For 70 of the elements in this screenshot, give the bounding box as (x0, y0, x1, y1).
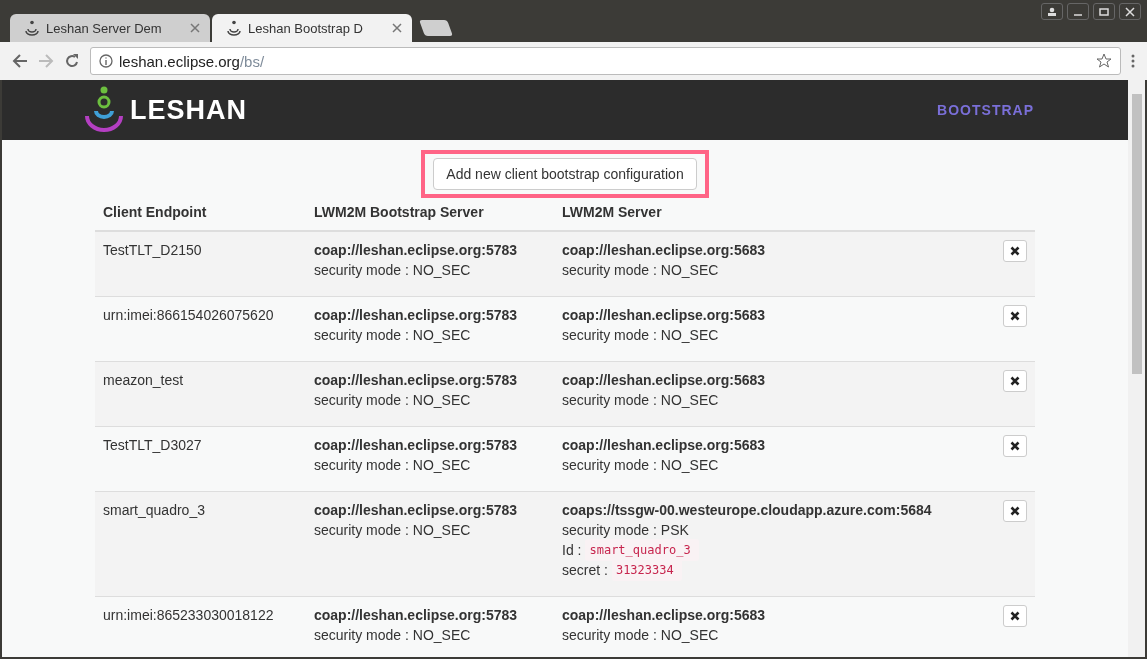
tab-favicon-icon (24, 20, 40, 36)
server-uri: coap://leshan.eclipse.org:5683 (562, 606, 766, 625)
endpoint-text: urn:imei:865233030018122 (103, 606, 274, 625)
new-tab-button[interactable] (419, 20, 453, 36)
server-uri: coap://leshan.eclipse.org:5783 (314, 606, 518, 625)
endpoint-text: urn:imei:866154026075620 (103, 306, 274, 325)
security-mode-text: security mode : NO_SEC (314, 326, 471, 345)
reload-icon[interactable] (64, 53, 80, 69)
security-mode-text: security mode : NO_SEC (562, 626, 719, 645)
credential-value: smart_quadro_3 (585, 539, 699, 561)
security-mode-text: security mode : NO_SEC (562, 261, 719, 280)
menu-dots-icon[interactable] (1131, 54, 1135, 68)
add-configuration-button[interactable]: Add new client bootstrap configuration (433, 158, 697, 190)
endpoint-text: smart_quadro_3 (103, 501, 205, 520)
server-uri: coap://leshan.eclipse.org:5783 (314, 436, 518, 455)
url-text: leshan.eclipse.org/bs/ (119, 52, 265, 70)
credential-label: Id : (562, 541, 582, 560)
column-header: LWM2M Bootstrap Server (314, 203, 485, 222)
server-uri: coap://leshan.eclipse.org:5683 (562, 371, 766, 390)
scrollbar-thumb[interactable] (1131, 94, 1142, 374)
close-icon (1010, 311, 1020, 321)
delete-button[interactable] (1003, 500, 1027, 522)
close-icon[interactable] (1119, 3, 1141, 20)
close-icon (1010, 506, 1020, 516)
server-uri: coap://leshan.eclipse.org:5683 (562, 241, 766, 260)
close-icon (1010, 611, 1020, 621)
security-mode-text: security mode : NO_SEC (314, 261, 471, 280)
minimize-icon[interactable] (1067, 3, 1089, 20)
server-uri: coap://leshan.eclipse.org:5683 (562, 306, 766, 325)
server-uri: coaps://tssgw-00.westeurope.cloudapp.azure.com:5684 (562, 501, 932, 520)
server-uri: coap://leshan.eclipse.org:5783 (314, 306, 518, 325)
security-mode-text: security mode : NO_SEC (562, 391, 719, 410)
server-uri: coap://leshan.eclipse.org:5783 (314, 501, 518, 520)
star-icon[interactable] (1096, 53, 1112, 69)
browser-tab[interactable]: Leshan Server Dem (10, 14, 210, 42)
endpoint-text: TestTLT_D2150 (103, 241, 202, 260)
column-header: Client Endpoint (103, 203, 208, 222)
server-uri: coap://leshan.eclipse.org:5783 (314, 371, 518, 390)
security-mode-text: security mode : PSK (562, 521, 689, 540)
close-icon[interactable] (392, 23, 402, 33)
security-mode-text: security mode : NO_SEC (314, 626, 471, 645)
browser-tab[interactable]: Leshan Bootstrap D (212, 14, 412, 42)
security-mode-text: security mode : NO_SEC (562, 456, 719, 475)
delete-button[interactable] (1003, 605, 1027, 627)
security-mode-text: security mode : NO_SEC (314, 521, 471, 540)
endpoint-text: meazon_test (103, 371, 184, 390)
logo-icon (84, 85, 124, 135)
logo-text: LESHAN (130, 94, 247, 126)
delete-button[interactable] (1003, 435, 1027, 457)
credential-value: 31323334 (611, 559, 682, 581)
delete-button[interactable] (1003, 370, 1027, 392)
close-icon (1010, 246, 1020, 256)
address-bar[interactable]: leshan.eclipse.org/bs/ (90, 47, 1121, 75)
tab-favicon-icon (226, 20, 242, 36)
endpoint-text: TestTLT_D3027 (103, 436, 202, 455)
server-uri: coap://leshan.eclipse.org:5683 (562, 436, 766, 455)
close-icon (1010, 376, 1020, 386)
security-mode-text: security mode : NO_SEC (314, 391, 471, 410)
user-icon[interactable] (1041, 3, 1063, 20)
info-icon[interactable] (99, 54, 113, 68)
security-mode-text: security mode : NO_SEC (314, 456, 471, 475)
back-arrow-icon[interactable] (12, 53, 28, 69)
delete-button[interactable] (1003, 305, 1027, 327)
close-icon (1010, 441, 1020, 451)
column-header: LWM2M Server (562, 203, 663, 222)
credential-label: secret : (562, 561, 608, 580)
security-mode-text: security mode : NO_SEC (562, 326, 719, 345)
maximize-icon[interactable] (1093, 3, 1115, 20)
delete-button[interactable] (1003, 240, 1027, 262)
server-uri: coap://leshan.eclipse.org:5783 (314, 241, 518, 260)
